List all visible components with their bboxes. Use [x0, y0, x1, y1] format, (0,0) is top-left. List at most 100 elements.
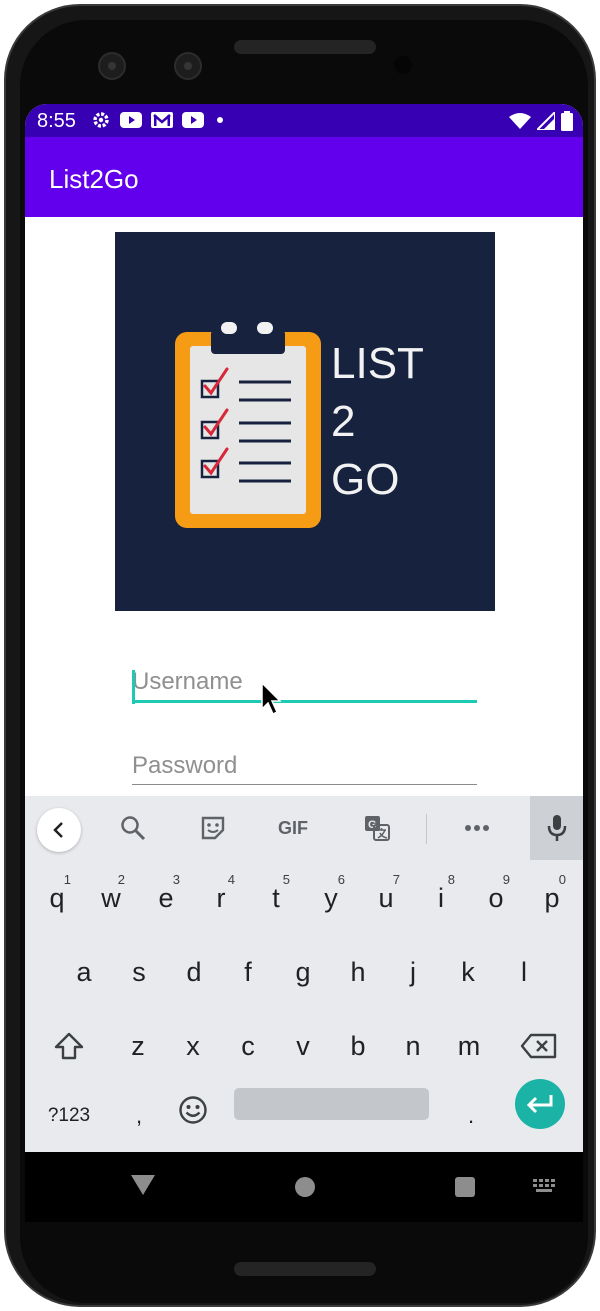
- key-i[interactable]: i8: [421, 872, 461, 918]
- key-t[interactable]: t5: [256, 872, 296, 918]
- front-camera-icon: [98, 52, 126, 80]
- key-hint: 6: [337, 872, 345, 887]
- enter-key[interactable]: [515, 1079, 565, 1129]
- key-label: w: [101, 882, 121, 913]
- more-icon[interactable]: [455, 810, 499, 846]
- key-period[interactable]: .: [453, 1096, 489, 1136]
- clipboard-checklist-logo: LIST 2 GO: [175, 322, 424, 528]
- earpiece-speaker: [234, 40, 376, 54]
- status-time: 8:55: [37, 110, 76, 132]
- logo-text-line1: LIST: [331, 339, 424, 388]
- key-hint: 7: [392, 872, 400, 887]
- key-f[interactable]: f: [228, 952, 268, 992]
- key-hint: 9: [502, 872, 510, 887]
- back-triangle-icon[interactable]: [131, 1175, 155, 1202]
- logo-text-line3: GO: [331, 455, 399, 504]
- home-circle-icon[interactable]: [295, 1177, 315, 1197]
- gif-button[interactable]: GIF: [271, 810, 315, 846]
- bottom-speaker: [234, 1262, 376, 1276]
- emoji-icon[interactable]: [175, 1092, 211, 1128]
- key-hint: 5: [282, 872, 290, 887]
- navigation-bar: [25, 1152, 583, 1222]
- key-q[interactable]: q1: [37, 872, 77, 918]
- search-icon[interactable]: [111, 810, 155, 846]
- key-comma[interactable]: ,: [121, 1096, 157, 1136]
- app-logo: LIST 2 GO: [115, 232, 495, 611]
- key-p[interactable]: p0: [532, 872, 572, 918]
- key-hint: 4: [227, 872, 235, 887]
- key-label: o: [488, 882, 504, 913]
- notification-icons: [91, 110, 227, 135]
- key-s[interactable]: s: [119, 952, 159, 992]
- key-hint: 3: [172, 872, 180, 887]
- key-m[interactable]: m: [449, 1026, 489, 1066]
- battery-icon: [561, 111, 573, 136]
- front-camera-icon: [174, 52, 202, 80]
- username-field[interactable]: [132, 668, 477, 704]
- dot-icon: [213, 111, 227, 134]
- screen: 8:55 List2Go LIST 2 GO Username GIF G q …: [25, 104, 583, 1222]
- symbols-key[interactable]: ?123: [39, 1096, 99, 1136]
- key-b[interactable]: b: [338, 1026, 378, 1066]
- key-k[interactable]: k: [448, 952, 488, 992]
- text-caret: [132, 670, 135, 704]
- logo-text-line2: 2: [331, 397, 355, 446]
- system-icons: [509, 109, 573, 136]
- key-v[interactable]: v: [283, 1026, 323, 1066]
- key-y[interactable]: y6: [311, 872, 351, 918]
- key-label: t: [272, 882, 280, 913]
- backspace-icon[interactable]: [517, 1026, 561, 1066]
- key-hint: 8: [447, 872, 455, 887]
- youtube-icon: [120, 111, 142, 134]
- key-z[interactable]: z: [118, 1026, 158, 1066]
- key-hint: 1: [63, 872, 71, 887]
- key-a[interactable]: a: [64, 952, 104, 992]
- keyboard-toolbar: GIF G: [25, 796, 583, 860]
- key-label: r: [216, 882, 226, 913]
- wifi-icon: [509, 112, 531, 135]
- key-e[interactable]: e3: [146, 872, 186, 918]
- key-j[interactable]: j: [393, 952, 433, 992]
- key-l[interactable]: l: [504, 952, 544, 992]
- key-hint: 0: [558, 872, 566, 887]
- translate-icon[interactable]: G: [355, 810, 399, 846]
- key-c[interactable]: c: [228, 1026, 268, 1066]
- key-r[interactable]: r4: [201, 872, 241, 918]
- key-hint: 2: [117, 872, 125, 887]
- recents-square-icon[interactable]: [455, 1177, 475, 1197]
- key-label: i: [438, 882, 444, 913]
- key-w[interactable]: w2: [91, 872, 131, 918]
- proximity-sensor: [394, 56, 412, 74]
- key-h[interactable]: h: [338, 952, 378, 992]
- mouse-pointer-icon: [261, 681, 282, 721]
- password-field[interactable]: [132, 752, 477, 785]
- key-x[interactable]: x: [173, 1026, 213, 1066]
- key-o[interactable]: o9: [476, 872, 516, 918]
- key-label: y: [324, 882, 338, 913]
- app-bar: List2Go: [25, 137, 583, 217]
- key-u[interactable]: u7: [366, 872, 406, 918]
- key-g[interactable]: g: [283, 952, 323, 992]
- signal-icon: [534, 109, 556, 135]
- key-label: p: [544, 882, 560, 913]
- device-frame: 8:55 List2Go LIST 2 GO Username GIF G q …: [0, 0, 600, 1311]
- back-icon[interactable]: [37, 808, 81, 852]
- soft-keyboard: GIF G q1 w2 e3 r4 t5 y6 u7 i8 o9 p 0 a s…: [25, 796, 583, 1152]
- toolbar-separator: [426, 814, 427, 844]
- keyboard-switch-icon[interactable]: [533, 1179, 557, 1200]
- app-title: List2Go: [49, 164, 139, 194]
- gear-icon: [91, 110, 111, 135]
- key-label: q: [49, 882, 65, 913]
- shift-icon[interactable]: [47, 1024, 91, 1068]
- spacebar[interactable]: [234, 1088, 429, 1120]
- status-bar: 8:55: [25, 104, 583, 137]
- enter-icon: [526, 1095, 553, 1114]
- sticker-icon[interactable]: [191, 810, 235, 846]
- username-input[interactable]: [132, 668, 477, 700]
- key-label: e: [158, 882, 174, 913]
- gmail-icon: [151, 111, 173, 134]
- password-input[interactable]: [132, 752, 477, 784]
- key-n[interactable]: n: [393, 1026, 433, 1066]
- mic-icon[interactable]: [530, 796, 583, 860]
- key-d[interactable]: d: [174, 952, 214, 992]
